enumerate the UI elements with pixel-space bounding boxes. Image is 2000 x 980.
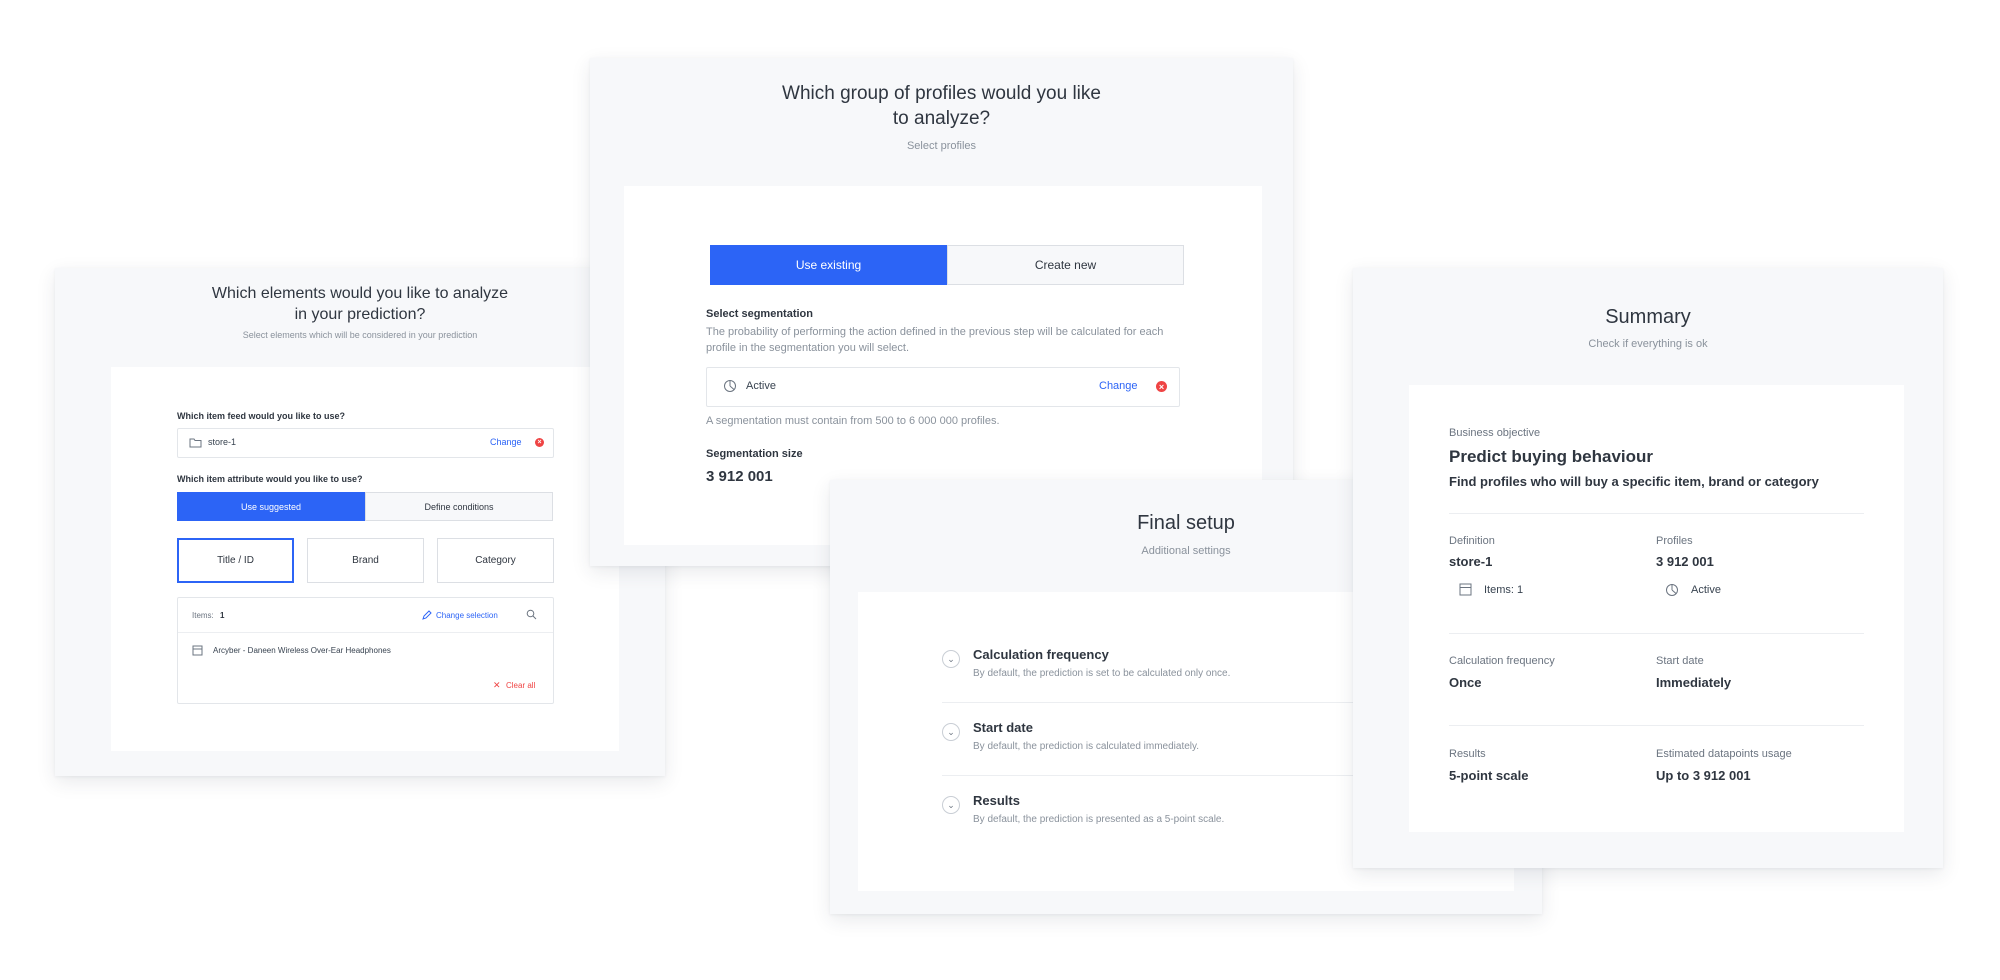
profiles-value: 3 912 001 [1656,554,1714,569]
definition-value: store-1 [1449,554,1493,569]
elements-panel: Which elements would you like to analyze… [55,268,665,776]
items-count: 1 [220,611,225,620]
setting-desc: By default, the prediction is presented … [973,814,1225,825]
attribute-question: Which item attribute would you like to u… [177,474,363,484]
setting-title: Calculation frequency [973,647,1109,662]
feed-remove-icon[interactable]: × [535,438,544,447]
setting-title: Results [973,793,1020,808]
profiles-panel-subtitle: Select profiles [906,140,977,152]
change-selection-link[interactable]: Change selection [436,611,498,620]
seg-label: Select segmentation [706,308,813,320]
chevron-down-icon[interactable]: ⌄ [942,650,960,668]
elements-panel-subtitle: Select elements which will be considered… [242,330,478,340]
feed-select[interactable]: store-1 Change × [177,428,554,458]
option-category[interactable]: Category [437,538,554,583]
option-brand[interactable]: Brand [307,538,424,583]
segmentation-select[interactable]: Active Change × [706,367,1180,407]
items-label: Items: [192,611,214,620]
items-box: Items: 1 Change selection Arcyber - Dane… [177,597,554,704]
chevron-down-icon[interactable]: ⌄ [942,723,960,741]
segmentation-value: Active [746,380,776,392]
summary-title: Summary [1605,306,1691,328]
search-icon[interactable] [526,609,537,620]
frequency-label: Calculation frequency [1449,655,1555,667]
item-name: Arcyber - Daneen Wireless Over-Ear Headp… [213,646,391,655]
results-value: 5-point scale [1449,768,1529,783]
setting-title: Start date [973,720,1033,735]
item-icon [192,645,203,656]
feed-question: Which item feed would you like to use? [177,411,346,421]
chevron-down-icon[interactable]: ⌄ [942,796,960,814]
clear-all-link[interactable]: Clear all [506,681,535,690]
segmentation-remove-icon[interactable]: × [1156,381,1167,392]
setting-desc: By default, the prediction is calculated… [973,741,1200,752]
folder-icon [189,437,202,448]
summary-divider [1449,633,1864,634]
profiles-label: Profiles [1656,535,1693,547]
option-title-id[interactable]: Title / ID [177,538,294,583]
start-date-value: Immediately [1656,675,1732,690]
profiles-segmentation: Active [1691,584,1721,596]
elements-card: Which item feed would you like to use? s… [111,367,619,751]
summary-divider [1449,513,1864,514]
feed-change-link[interactable]: Change [490,437,522,447]
summary-subtitle: Check if everything is ok [1588,338,1708,350]
start-date-label: Start date [1656,655,1704,667]
tab-create-new[interactable]: Create new [947,245,1184,285]
size-label: Segmentation size [706,448,803,460]
profiles-panel-title: Which group of profiles would you like t… [782,83,1101,129]
objective-label: Business objective [1449,427,1541,439]
tab-use-suggested[interactable]: Use suggested [177,492,365,521]
objective-desc: Find profiles who will buy a specific it… [1449,474,1819,489]
segmentation-icon [723,379,737,393]
summary-card: Business objective Predict buying behavi… [1409,385,1904,832]
tab-define-conditions[interactable]: Define conditions [365,492,553,521]
summary-divider [1449,725,1864,726]
feed-value: store-1 [208,437,237,447]
definition-items: Items: 1 [1484,584,1524,596]
elements-panel-title: Which elements would you like to analyze… [211,285,509,323]
definition-label: Definition [1449,535,1495,547]
items-divider [178,632,553,633]
usage-label: Estimated datapoints usage [1656,748,1792,760]
setting-desc: By default, the prediction is set to be … [973,668,1231,679]
size-value: 3 912 001 [706,468,773,485]
usage-value: Up to 3 912 001 [1656,768,1751,783]
seg-hint: A segmentation must contain from 500 to … [706,415,1000,427]
item-feed-icon [1459,583,1472,596]
frequency-value: Once [1449,675,1482,690]
segmentation-icon [1665,583,1679,597]
tab-use-existing[interactable]: Use existing [710,245,947,285]
seg-description: The probability of performing the action… [706,326,1164,354]
clear-icon[interactable]: ✕ [493,680,501,691]
objective-title: Predict buying behaviour [1449,447,1654,466]
segmentation-change-link[interactable]: Change [1099,380,1138,392]
pencil-icon[interactable] [421,610,432,621]
results-label: Results [1449,748,1486,760]
summary-panel: Summary Check if everything is ok Busine… [1353,268,1943,868]
